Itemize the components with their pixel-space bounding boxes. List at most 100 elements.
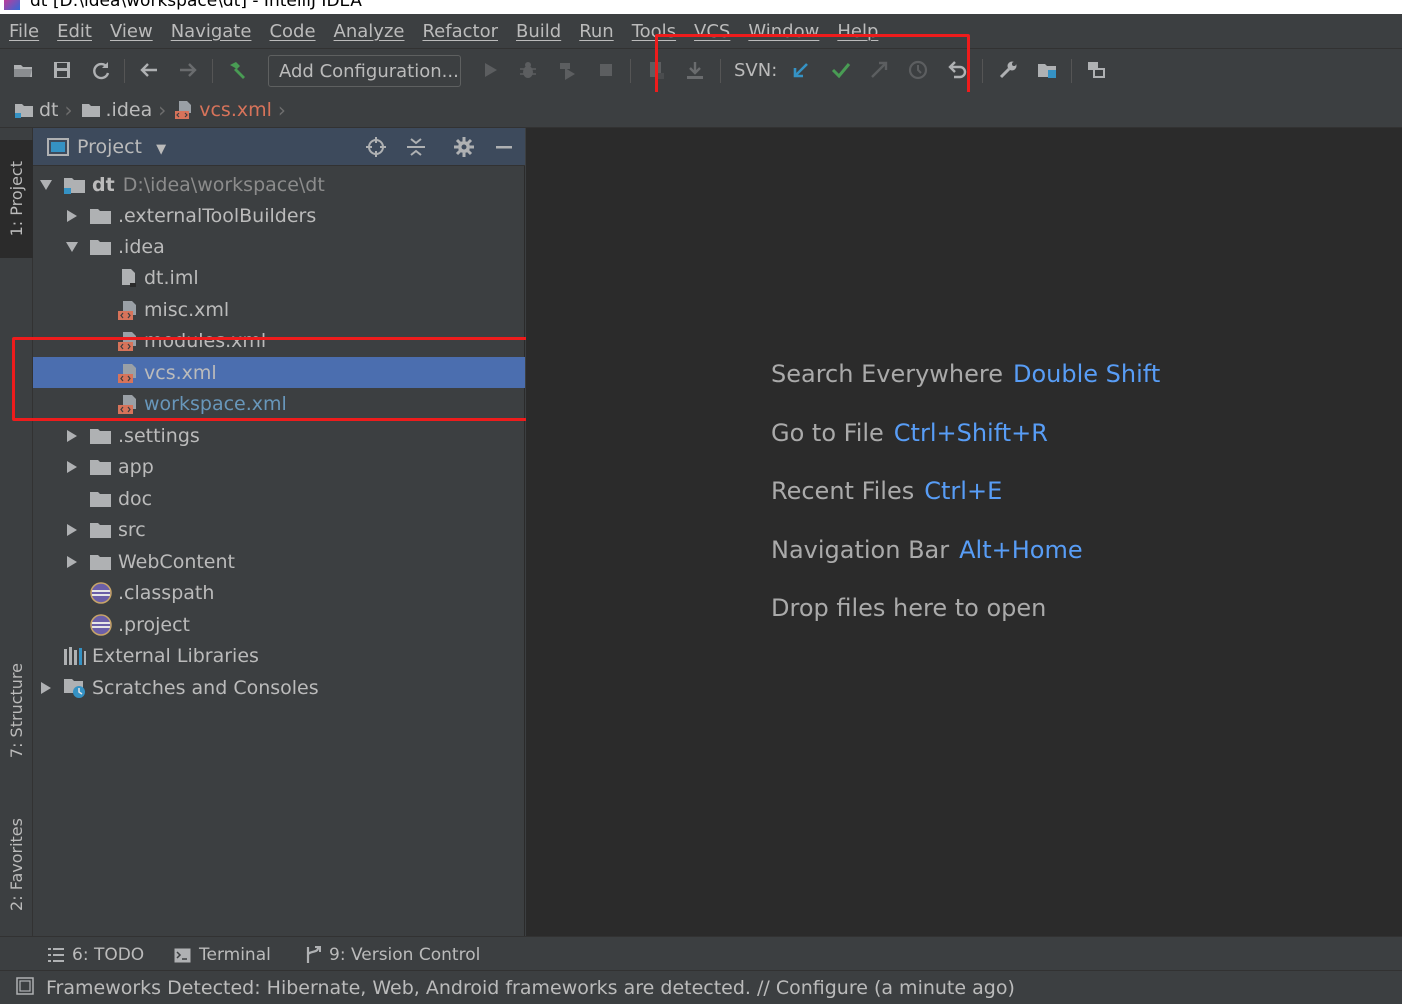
menu-run[interactable]: Run (579, 21, 614, 42)
svn-history-clock-icon[interactable] (905, 57, 931, 83)
folder-icon (89, 457, 113, 477)
back-arrow-icon[interactable] (136, 57, 162, 83)
svn-update-arrow-icon[interactable] (788, 57, 814, 83)
open-folder-icon[interactable] (10, 57, 36, 83)
tab-terminal[interactable]: Terminal (174, 945, 271, 965)
svn-revert-icon[interactable] (944, 57, 970, 83)
tree-item-externaltoolbuilders[interactable]: .externalToolBuilders (33, 200, 525, 231)
tree-item-settings[interactable]: .settings (33, 420, 525, 451)
add-configuration-button[interactable]: Add Configuration... (268, 55, 461, 87)
tree-item-label: misc.xml (144, 298, 230, 321)
collapsed-arrow-icon[interactable] (65, 555, 79, 569)
hide-panel-icon[interactable] (493, 136, 515, 158)
tree-item-doc[interactable]: doc (33, 483, 525, 514)
settings-wrench-icon[interactable] (995, 57, 1021, 83)
tree-item-external-libraries[interactable]: External Libraries (33, 640, 525, 671)
breadcrumb-item-dt[interactable]: dt (14, 99, 59, 121)
toggle-tool-windows-icon[interactable] (16, 976, 34, 999)
hint-text: Go to File (771, 419, 884, 447)
tree-item-label: .idea (118, 235, 165, 258)
menu-window[interactable]: Window (748, 21, 819, 42)
menu-file[interactable]: File (9, 21, 39, 42)
status-message[interactable]: Frameworks Detected: Hibernate, Web, And… (46, 977, 1015, 999)
tab-favorites[interactable]: 2: Favorites (0, 804, 33, 924)
build-hammer-icon[interactable] (224, 57, 250, 83)
tree-item-dt[interactable]: dt D:\idea\workspace\dt (33, 169, 525, 200)
tab-version-control-label: 9: Version Control (329, 945, 481, 965)
collapsed-arrow-icon[interactable] (65, 429, 79, 443)
expanded-arrow-icon[interactable] (65, 240, 79, 254)
debug-icon[interactable] (515, 57, 541, 83)
run-with-coverage-icon[interactable] (554, 57, 580, 83)
tree-item-modules-xml[interactable]: modules.xml (33, 325, 525, 356)
menu-code[interactable]: Code (269, 21, 315, 42)
tree-item-webcontent[interactable]: WebContent (33, 546, 525, 577)
breadcrumb-item-idea[interactable]: .idea (81, 99, 152, 121)
menu-edit[interactable]: Edit (57, 21, 92, 42)
presentation-mode-icon[interactable] (1083, 57, 1109, 83)
expanded-arrow-icon[interactable] (39, 178, 53, 192)
tab-todo[interactable]: 6: TODO (48, 945, 144, 965)
hint-shortcut: Ctrl+E (924, 477, 1003, 505)
tree-item-dt-iml[interactable]: dt.iml (33, 262, 525, 293)
project-structure-icon[interactable] (1034, 57, 1060, 83)
svn-commit-check-icon[interactable] (828, 57, 854, 83)
menu-tools[interactable]: Tools (632, 21, 676, 42)
menu-vcs[interactable]: VCS (694, 21, 730, 42)
collapse-all-icon[interactable] (405, 136, 427, 158)
xml-file-icon (117, 362, 139, 384)
tab-version-control[interactable]: 9: Version Control (305, 945, 480, 965)
tree-item-app[interactable]: app (33, 451, 525, 482)
hint-text: Navigation Bar (771, 536, 950, 564)
intellij-logo-icon (4, 0, 20, 10)
module-folder-icon (63, 175, 87, 195)
menu-analyze[interactable]: Analyze (334, 21, 405, 42)
menu-help[interactable]: Help (837, 21, 878, 42)
hint-text: Drop files here to open (771, 594, 1047, 622)
collapsed-arrow-icon[interactable] (65, 460, 79, 474)
tree-item-misc-xml[interactable]: misc.xml (33, 294, 525, 325)
tree-item-scratches[interactable]: Scratches and Consoles (33, 672, 525, 703)
tree-item-idea[interactable]: .idea (33, 231, 525, 262)
collapsed-arrow-icon[interactable] (65, 523, 79, 537)
toolbar-separator (982, 59, 983, 83)
tab-structure[interactable]: 7: Structure (0, 650, 33, 772)
xml-file-icon (117, 299, 139, 321)
toolbar-separator (630, 59, 631, 83)
tree-item-vcs-xml[interactable]: vcs.xml (33, 357, 525, 388)
breadcrumb-separator: › (64, 97, 73, 122)
menu-navigate[interactable]: Navigate (171, 21, 252, 42)
run-icon[interactable] (477, 57, 503, 83)
synchronize-icon[interactable] (88, 57, 114, 83)
svn-compare-icon[interactable] (866, 57, 892, 83)
hint-text: Recent Files (771, 477, 915, 505)
menu-refactor[interactable]: Refactor (422, 21, 498, 42)
tab-todo-label: 6: TODO (72, 945, 145, 965)
project-view-selector[interactable]: Project ▼ (77, 136, 166, 158)
stop-icon[interactable] (593, 57, 619, 83)
tab-project[interactable]: 1: Project (0, 140, 33, 258)
tab-terminal-label: Terminal (199, 945, 271, 965)
menu-build[interactable]: Build (516, 21, 561, 42)
menu-view[interactable]: View (110, 21, 153, 42)
forward-arrow-icon[interactable] (175, 57, 201, 83)
tree-item-label: .classpath (118, 581, 215, 604)
collapsed-arrow-icon[interactable] (39, 681, 53, 695)
svn-download-icon[interactable] (682, 57, 708, 83)
svn-update-project-icon[interactable] (643, 57, 669, 83)
tree-item-project[interactable]: .project (33, 609, 525, 640)
toolbar-separator (720, 59, 721, 83)
svn-label: SVN: (734, 60, 778, 81)
libraries-icon (63, 645, 87, 667)
tree-item-workspace-xml[interactable]: workspace.xml (33, 388, 525, 419)
tree-item-classpath[interactable]: .classpath (33, 577, 525, 608)
breadcrumb-item-vcs-xml[interactable]: vcs.xml (174, 99, 272, 121)
gear-icon[interactable] (453, 136, 475, 158)
collapsed-arrow-icon[interactable] (65, 209, 79, 223)
locate-target-icon[interactable] (365, 136, 387, 158)
tree-item-src[interactable]: src (33, 514, 525, 545)
hint-recent-files: Recent Files Ctrl+E (771, 477, 1002, 505)
eclipse-file-icon (89, 613, 113, 637)
save-all-icon[interactable] (49, 57, 75, 83)
xml-file-icon (117, 330, 139, 352)
